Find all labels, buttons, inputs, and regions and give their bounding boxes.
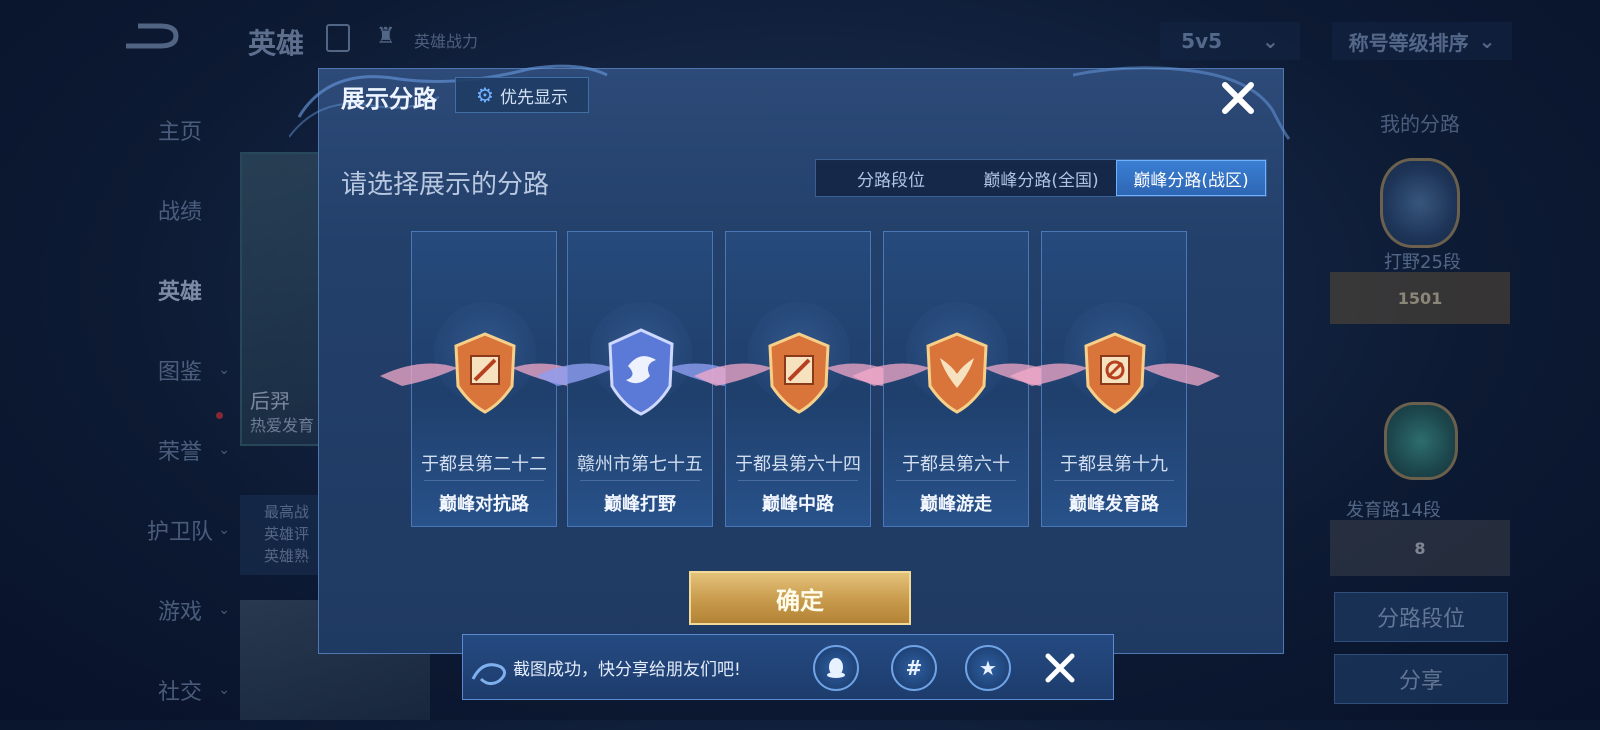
badge-glow [1064, 302, 1166, 404]
hero-subtitle: 热爱发育 [250, 416, 315, 435]
side-nav-item[interactable]: 荣誉 ⌄ [110, 410, 250, 490]
close-icon [1045, 653, 1075, 683]
sort-select[interactable]: 称号等级排序 ⌄ [1332, 22, 1512, 60]
route-card-list: 于都县第二十二 巅峰对抗路 赣州市第七十五 巅峰打野 于都县第六十四 巅峰中路 … [380, 231, 1220, 527]
hero-name: 后羿 [250, 389, 290, 413]
route-card[interactable]: 于都县第二十二 巅峰对抗路 [380, 231, 590, 527]
gear-icon: ⚙ [476, 83, 494, 107]
sort-select-value: 称号等级排序 [1348, 30, 1469, 55]
chevron-down-icon: ⌄ [218, 442, 230, 458]
route-card[interactable]: 赣州市第七十五 巅峰打野 [536, 231, 746, 527]
rank-banner: 8 [1330, 520, 1510, 576]
card-divider [1054, 480, 1174, 481]
screenshot-share-toast: 截图成功，快分享给朋友们吧! # ★ [462, 634, 1114, 700]
card-route: 巅峰打野 [604, 494, 676, 515]
card-divider [424, 480, 544, 481]
back-arrow-icon[interactable] [120, 22, 184, 56]
badge-glow [906, 302, 1008, 404]
card-region: 于都县第十九 [1060, 454, 1168, 475]
side-nav-item[interactable]: 主页 [110, 90, 250, 170]
toast-close-button[interactable] [1041, 649, 1079, 687]
swirl-icon [471, 663, 506, 686]
adc-rank-badge-icon [1384, 402, 1458, 480]
my-routes-title: 我的分路 [1380, 112, 1460, 136]
rank-label: 发育路14段 [1346, 500, 1441, 521]
wechat-moments-icon[interactable]: # [891, 645, 937, 691]
badge-glow [748, 302, 850, 404]
card-route: 巅峰中路 [762, 494, 834, 515]
side-nav-item[interactable]: 英雄 [110, 250, 250, 330]
card-divider [580, 480, 700, 481]
close-button[interactable] [1215, 75, 1261, 121]
card-region: 于都县第六十 [902, 454, 1010, 475]
qq-icon[interactable] [813, 645, 859, 691]
tab-peak-district[interactable]: 巅峰分路(战区) [1116, 160, 1266, 196]
card-divider [896, 480, 1016, 481]
toast-message: 截图成功，快分享给朋友们吧! [513, 660, 741, 680]
chevron-down-icon: ⌄ [218, 362, 230, 378]
route-rank-button[interactable]: 分路段位 [1334, 592, 1508, 642]
card-region: 赣州市第七十五 [577, 454, 703, 475]
side-nav-item[interactable]: 战绩 [110, 170, 250, 250]
route-card[interactable]: 于都县第六十四 巅峰中路 [694, 231, 904, 527]
list-icon[interactable] [326, 24, 350, 52]
mode-select-value: 5v5 [1181, 29, 1223, 53]
dialog-subtitle: 请选择展示的分路 [341, 170, 550, 200]
card-route: 巅峰游走 [920, 494, 992, 515]
qzone-icon[interactable]: ★ [965, 645, 1011, 691]
warrior-icon[interactable]: ♜ [376, 24, 402, 50]
chevron-down-icon: ⌄ [218, 682, 230, 698]
priority-display-button[interactable]: ⚙ 优先显示 [455, 77, 589, 113]
badge-glow [434, 302, 536, 404]
page-title: 英雄 [248, 27, 305, 60]
share-button[interactable]: 分享 [1334, 654, 1508, 704]
card-divider [738, 480, 858, 481]
route-card[interactable]: 于都县第十九 巅峰发育路 [1010, 231, 1220, 527]
close-icon [1222, 82, 1254, 114]
priority-display-label: 优先显示 [499, 87, 568, 108]
route-display-dialog: 展示分路 ⚙ 优先显示 请选择展示的分路 分路段位 巅峰分路(全国) 巅峰分路(… [289, 64, 1291, 654]
dialog-title: 展示分路 [341, 85, 437, 113]
chevron-down-icon: ⌄ [218, 522, 230, 538]
card-route: 巅峰对抗路 [439, 494, 529, 515]
card-region: 于都县第二十二 [421, 454, 547, 475]
badge-glow [590, 302, 692, 404]
card-region: 于都县第六十四 [735, 454, 861, 475]
hero-power-label[interactable]: 英雄战力 [414, 28, 478, 52]
confirm-button[interactable]: 确定 [689, 571, 911, 625]
side-nav-item[interactable]: 游戏 ⌄ [110, 570, 250, 650]
jungle-rank-badge-icon [1380, 158, 1460, 248]
card-route: 巅峰发育路 [1069, 494, 1159, 515]
rank-label: 打野25段 [1384, 252, 1461, 273]
chevron-down-icon: ⌄ [1478, 29, 1496, 53]
side-nav-item[interactable]: 图鉴 ⌄ [110, 330, 250, 410]
notification-dot [216, 412, 223, 419]
chevron-down-icon: ⌄ [218, 602, 230, 618]
mode-select[interactable]: 5v5 ⌄ [1160, 22, 1300, 60]
chevron-down-icon: ⌄ [1262, 29, 1279, 53]
route-type-tabs: 分路段位 巅峰分路(全国) 巅峰分路(战区) [815, 159, 1267, 197]
side-nav-item[interactable]: 社交 ⌄ [110, 650, 250, 730]
side-nav: 主页 战绩 英雄 图鉴 ⌄ 荣誉 ⌄ 护卫队 ⌄ 游戏 ⌄ 社交 ⌄ [110, 90, 250, 730]
side-nav-item[interactable]: 护卫队 ⌄ [110, 490, 250, 570]
tab-peak-national[interactable]: 巅峰分路(全国) [966, 160, 1116, 196]
tab-route-rank[interactable]: 分路段位 [816, 160, 966, 196]
route-card[interactable]: 于都县第六十 巅峰游走 [852, 231, 1062, 527]
rank-banner: 1501 [1330, 272, 1510, 324]
